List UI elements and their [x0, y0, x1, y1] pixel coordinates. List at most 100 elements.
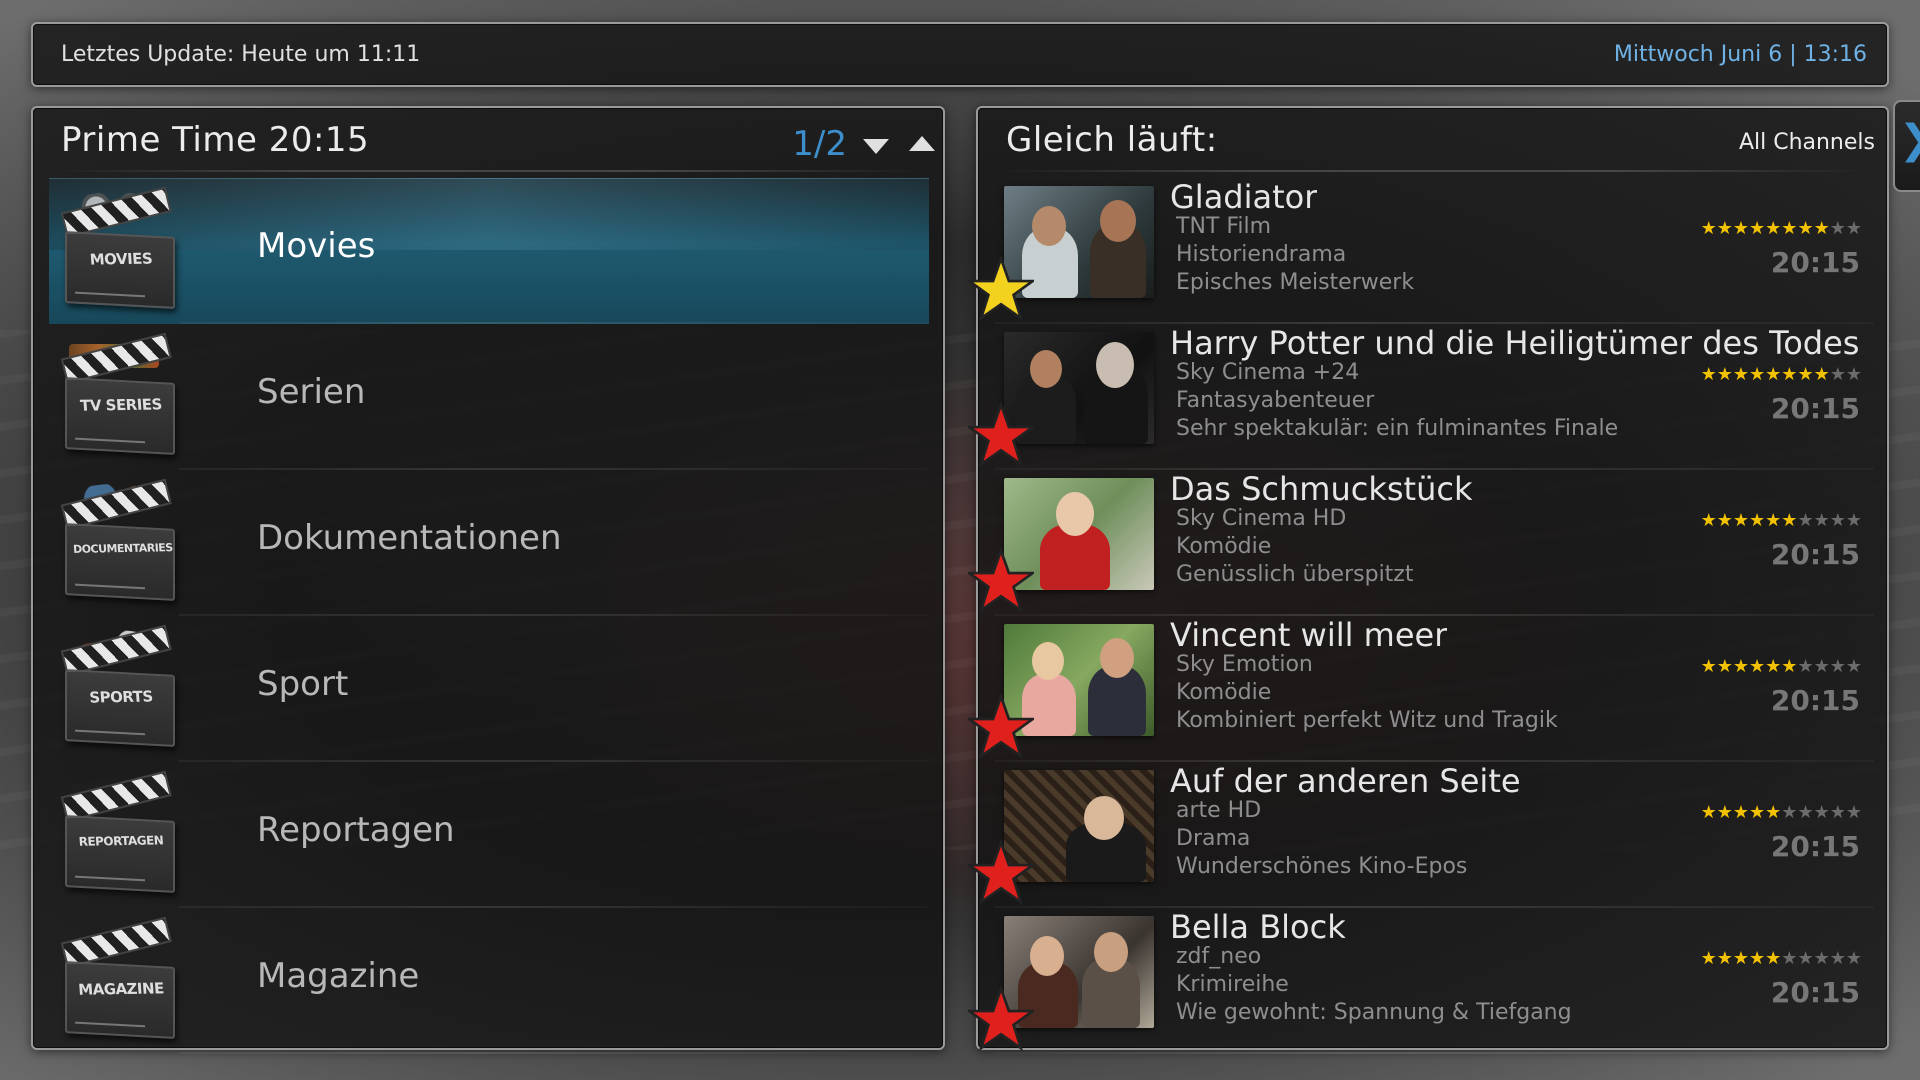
rating-star-icon: ★	[1700, 948, 1717, 969]
show-item[interactable]: Harry Potter und die Heiligtümer des Tod…	[968, 324, 1874, 470]
rating-star-icon: ★	[1700, 802, 1717, 823]
status-bar: Letztes Update: Heute um 11:11 Mittwoch …	[31, 22, 1889, 87]
rating-star-icon: ★	[1716, 802, 1733, 823]
show-list: Gladiator TNT Film Historiendrama Episch…	[968, 178, 1874, 1054]
category-item-magazine[interactable]: MAGAZINE Magazine	[49, 908, 929, 1054]
show-time: 20:15	[1770, 538, 1860, 571]
rating-star-icon: ★	[1765, 656, 1782, 677]
show-tagline: Sehr spektakulär: ein fulminantes Finale	[1176, 416, 1619, 441]
show-channel: Sky Emotion	[1176, 652, 1313, 677]
rating-star-icon: ★	[1749, 656, 1766, 677]
datetime-text: Mittwoch Juni 6 | 13:16	[1613, 42, 1867, 67]
show-genre: Komödie	[1176, 534, 1272, 559]
rating-star-icon: ★	[1797, 364, 1814, 385]
rating-star-icon: ★	[1797, 510, 1814, 531]
show-item[interactable]: Auf der anderen Seite arte HD Drama Wund…	[968, 762, 1874, 908]
show-channel: Sky Cinema HD	[1176, 506, 1347, 531]
show-genre: Fantasyabenteuer	[1176, 388, 1375, 413]
favorite-star-icon[interactable]	[968, 840, 1034, 906]
category-item-dokumentationen[interactable]: DOCUMENTARIES Dokumentationen	[49, 470, 929, 616]
rating-star-icon: ★	[1716, 510, 1733, 531]
favorite-star-icon[interactable]	[968, 256, 1034, 322]
triangle-up-icon[interactable]	[909, 136, 935, 151]
chevron-right-icon: ❯	[1899, 120, 1920, 160]
rating-star-icon: ★	[1829, 364, 1846, 385]
rating-star-icon: ★	[1749, 948, 1766, 969]
category-item-serien[interactable]: TV SERIES Serien	[49, 324, 929, 470]
show-item[interactable]: Gladiator TNT Film Historiendrama Episch…	[968, 178, 1874, 324]
show-title: Vincent will meer	[1170, 616, 1448, 654]
favorite-star-icon[interactable]	[968, 986, 1034, 1052]
rating-stars: ★★★★★★★★★★	[1701, 802, 1862, 823]
show-time: 20:15	[1770, 684, 1860, 717]
rating-star-icon: ★	[1765, 948, 1782, 969]
rating-star-icon: ★	[1749, 364, 1766, 385]
show-item[interactable]: Bella Block zdf_neo Krimireihe Wie gewoh…	[968, 908, 1874, 1054]
rating-star-icon: ★	[1781, 510, 1798, 531]
show-tagline: Wie gewohnt: Spannung & Tiefgang	[1176, 1000, 1572, 1025]
show-title: Das Schmuckstück	[1170, 470, 1473, 508]
magazine-clapperboard-icon: MAGAZINE	[60, 916, 175, 1039]
tv-series-clapperboard-icon: TV SERIES	[60, 332, 175, 455]
show-item[interactable]: Vincent will meer Sky Emotion Komödie Ko…	[968, 616, 1874, 762]
show-tagline: Genüsslich überspitzt	[1176, 562, 1414, 587]
rating-star-icon: ★	[1813, 510, 1830, 531]
rating-star-icon: ★	[1797, 802, 1814, 823]
rating-star-icon: ★	[1765, 510, 1782, 531]
show-time: 20:15	[1770, 976, 1860, 1009]
category-label: Magazine	[257, 956, 420, 996]
category-item-reportagen[interactable]: REPORTAGEN Reportagen	[49, 762, 929, 908]
rating-star-icon: ★	[1749, 802, 1766, 823]
show-genre: Krimireihe	[1176, 972, 1289, 997]
sports-clapperboard-icon: SPORTS	[60, 624, 175, 747]
rating-star-icon: ★	[1813, 802, 1830, 823]
divider	[998, 170, 1867, 172]
rating-star-icon: ★	[1700, 218, 1717, 239]
rating-star-icon: ★	[1765, 364, 1782, 385]
category-label: Reportagen	[257, 810, 455, 850]
show-channel: Sky Cinema +24	[1176, 360, 1360, 385]
show-title: Harry Potter und die Heiligtümer des Tod…	[1170, 324, 1870, 362]
rating-star-icon: ★	[1716, 656, 1733, 677]
rating-star-icon: ★	[1700, 364, 1717, 385]
rating-star-icon: ★	[1732, 802, 1750, 823]
rating-star-icon: ★	[1829, 948, 1846, 969]
rating-stars: ★★★★★★★★★★	[1701, 510, 1862, 531]
rating-stars: ★★★★★★★★★★	[1701, 656, 1862, 677]
rating-star-icon: ★	[1797, 218, 1814, 239]
reportagen-clapperboard-icon: REPORTAGEN	[60, 770, 175, 893]
panel-title: Prime Time 20:15	[61, 120, 370, 160]
rating-star-icon: ★	[1813, 218, 1830, 239]
channel-filter[interactable]: All Channels	[1739, 130, 1875, 155]
favorite-star-icon[interactable]	[968, 694, 1034, 760]
rating-star-icon: ★	[1749, 510, 1766, 531]
rating-star-icon: ★	[1749, 218, 1766, 239]
rating-star-icon: ★	[1732, 364, 1750, 385]
show-title: Bella Block	[1170, 908, 1346, 946]
triangle-down-icon[interactable]	[863, 139, 889, 154]
rating-star-icon: ★	[1829, 510, 1846, 531]
rating-star-icon: ★	[1781, 364, 1798, 385]
rating-star-icon: ★	[1813, 948, 1830, 969]
show-genre: Komödie	[1176, 680, 1272, 705]
favorite-star-icon[interactable]	[968, 548, 1034, 614]
rating-star-icon: ★	[1845, 364, 1862, 385]
rating-star-icon: ★	[1732, 510, 1750, 531]
rating-star-icon: ★	[1813, 656, 1830, 677]
rating-star-icon: ★	[1716, 364, 1733, 385]
show-item[interactable]: Das Schmuckstück Sky Cinema HD Komödie G…	[968, 470, 1874, 616]
rating-star-icon: ★	[1781, 218, 1798, 239]
category-label: Movies	[257, 226, 376, 266]
rating-star-icon: ★	[1845, 948, 1862, 969]
rating-star-icon: ★	[1732, 218, 1750, 239]
rating-star-icon: ★	[1829, 656, 1846, 677]
category-item-sport[interactable]: SPORTS Sport	[49, 616, 929, 762]
side-panel-tab[interactable]: ❯	[1893, 100, 1920, 192]
show-time: 20:15	[1770, 246, 1860, 279]
rating-star-icon: ★	[1813, 364, 1830, 385]
movies-clapperboard-icon: MOVIES	[60, 186, 175, 309]
favorite-star-icon[interactable]	[968, 402, 1034, 468]
prime-time-panel: Prime Time 20:15 1/2 MOVIES Movies TV SE…	[31, 106, 945, 1054]
rating-star-icon: ★	[1716, 218, 1733, 239]
category-item-movies[interactable]: MOVIES Movies	[49, 178, 929, 324]
